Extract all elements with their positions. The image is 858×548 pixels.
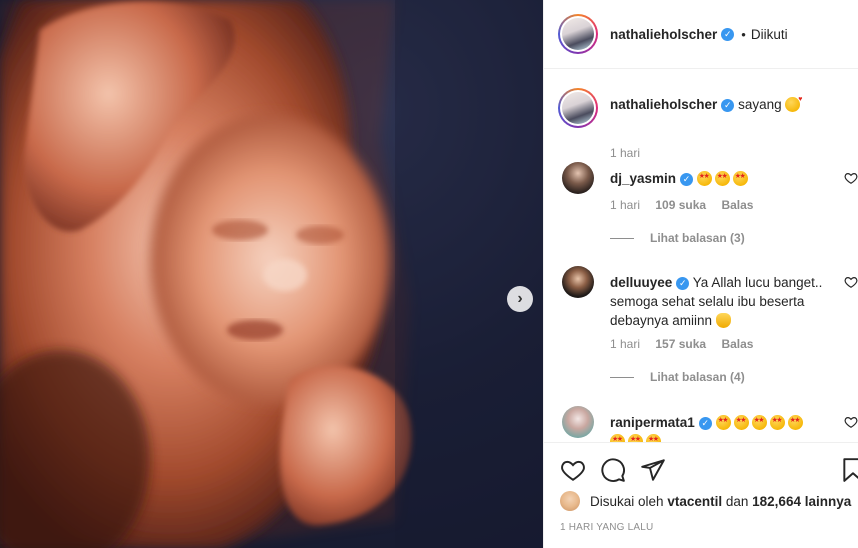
post-action-bar: Disukai oleh vtacentil dan 182,664 lainn…	[544, 442, 858, 548]
replies-divider	[610, 376, 634, 378]
instagram-post: › nathalieholscher ✓ • Diikuti nathalieh…	[0, 0, 858, 548]
star-struck-emoji-icon	[732, 171, 748, 186]
liker-avatar[interactable]	[560, 491, 580, 511]
verified-badge-icon: ✓	[721, 98, 735, 112]
post-header: nathalieholscher ✓ • Diikuti	[544, 0, 858, 69]
like-comment-heart-icon[interactable]	[844, 171, 858, 185]
like-heart-icon[interactable]	[560, 457, 586, 483]
follow-status-button[interactable]: Diikuti	[751, 27, 788, 42]
liked-by-prefix: Disukai oleh	[590, 493, 664, 509]
liked-by-user[interactable]: vtacentil	[667, 494, 722, 509]
chevron-right-icon: ›	[517, 290, 523, 307]
star-struck-emoji-icon	[769, 415, 785, 430]
view-replies-label: Lihat balasan (4)	[650, 370, 745, 384]
view-replies-button[interactable]: Lihat balasan (4)	[610, 370, 745, 384]
comments-list[interactable]: nathalieholscher ✓ sayang 1 hari dj_yasmi…	[544, 69, 858, 442]
comment-body: delluuyee ✓ Ya Allah lucu banget.. semoga…	[610, 273, 824, 330]
caption-time[interactable]: 1 hari	[610, 146, 640, 160]
star-struck-emoji-icon	[696, 171, 712, 186]
star-struck-emoji-icon	[646, 434, 661, 442]
likes-count[interactable]: 182,664 lainnya	[752, 494, 851, 509]
comment-likes[interactable]: 109 suka	[655, 198, 706, 212]
comment-bubble-icon[interactable]	[600, 457, 626, 483]
comment-time[interactable]: 1 hari	[610, 198, 640, 212]
star-struck-emoji-icon	[714, 171, 730, 186]
star-struck-emoji-icon	[733, 415, 749, 430]
caption-username[interactable]: nathalieholscher	[610, 97, 717, 112]
verified-badge-icon: ✓	[676, 276, 690, 290]
commenter-avatar[interactable]	[562, 162, 594, 194]
commenter-avatar[interactable]	[562, 266, 594, 298]
verified-badge-icon: ✓	[680, 172, 694, 186]
star-struck-emoji-icon	[751, 415, 767, 430]
comment-time[interactable]: 1 hari	[610, 337, 640, 351]
commenter-username[interactable]: ranipermata1	[610, 415, 695, 430]
view-replies-label: Lihat balasan (3)	[650, 231, 745, 245]
raised-hands-emoji-icon	[715, 313, 731, 328]
author-avatar[interactable]	[558, 14, 598, 54]
liked-by-and: dan	[725, 493, 749, 509]
like-comment-heart-icon[interactable]	[844, 415, 858, 429]
caption-avatar[interactable]	[558, 88, 598, 128]
commenter-avatar[interactable]	[562, 406, 594, 438]
reply-button[interactable]: Balas	[721, 337, 753, 351]
star-struck-emoji-icon	[787, 415, 803, 430]
posted-time[interactable]: 1 HARI YANG LALU	[560, 522, 653, 533]
caption-text: sayang	[738, 97, 782, 112]
save-bookmark-icon[interactable]	[840, 457, 858, 483]
verified-badge-icon: ✓	[698, 416, 712, 430]
kissing-heart-emoji-icon	[785, 96, 802, 112]
comment-body: ranipermata1 ✓	[610, 413, 824, 442]
ultrasound-photo	[0, 0, 543, 548]
reply-button[interactable]: Balas	[721, 198, 753, 212]
separator-dot: •	[741, 26, 746, 42]
star-struck-emoji-icon	[628, 434, 643, 442]
commenter-username[interactable]: dj_yasmin	[610, 171, 676, 186]
star-struck-emoji-icon	[715, 415, 731, 430]
post-image-ultrasound[interactable]: ›	[0, 0, 543, 548]
comment-meta: 1 hari 109 suka Balas	[610, 198, 765, 212]
view-replies-button[interactable]: Lihat balasan (3)	[610, 231, 745, 245]
post-sidebar: nathalieholscher ✓ • Diikuti nathaliehol…	[543, 0, 858, 548]
likes-summary: Disukai oleh vtacentil dan 182,664 lainn…	[560, 491, 851, 511]
commenter-username[interactable]: delluuyee	[610, 275, 672, 290]
replies-divider	[610, 237, 634, 239]
star-struck-emoji-icon	[610, 434, 625, 442]
verified-badge-icon: ✓	[721, 27, 735, 41]
comment-meta: 1 hari 157 suka Balas	[610, 337, 765, 351]
caption-text-block: nathalieholscher ✓ sayang	[610, 96, 850, 112]
like-comment-heart-icon[interactable]	[844, 275, 858, 289]
share-paper-plane-icon[interactable]	[640, 457, 666, 483]
author-username[interactable]: nathalieholscher	[610, 27, 717, 42]
comment-body: dj_yasmin ✓	[610, 169, 824, 188]
comment-likes[interactable]: 157 suka	[655, 337, 706, 351]
next-image-button[interactable]: ›	[507, 286, 533, 312]
